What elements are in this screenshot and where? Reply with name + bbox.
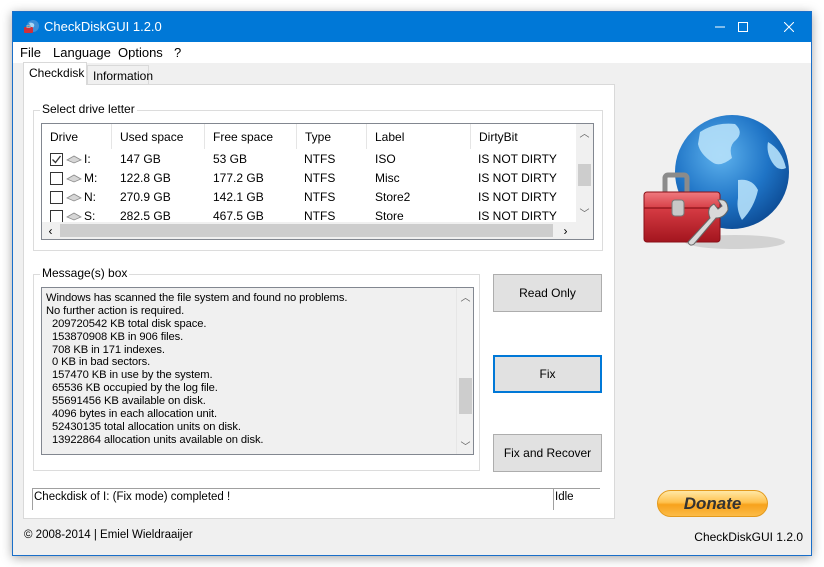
status-message: Checkdisk of I: (Fix mode) completed ! <box>34 491 231 503</box>
message-lines: Windows has scanned the file system and … <box>46 292 456 447</box>
drive-list-horizontal-scrollbar[interactable]: ‹ › <box>42 222 576 239</box>
cell-type: NTFS <box>304 209 336 223</box>
cell-type: NTFS <box>304 190 336 204</box>
status-state: Idle <box>555 491 574 503</box>
message-line: 209720542 KB total disk space. <box>46 317 207 330</box>
message-line: 0 KB in bad sectors. <box>46 356 151 369</box>
column-header-drive[interactable]: Drive <box>42 124 112 149</box>
menu-language[interactable]: Language <box>53 45 111 60</box>
message-line: Windows has scanned the file system and … <box>46 292 348 304</box>
status-bar: Checkdisk of I: (Fix mode) completed ! I… <box>32 488 600 510</box>
column-header-label[interactable]: Label <box>367 124 471 149</box>
message-line: 52430135 total allocation units on disk. <box>46 420 241 433</box>
check-icon <box>52 155 62 164</box>
chevron-up-icon[interactable]: ︿ <box>576 124 593 141</box>
chevron-left-icon[interactable]: ‹ <box>42 222 59 239</box>
drive-icon <box>66 155 82 164</box>
drive-list-vscroll-thumb[interactable] <box>578 164 591 186</box>
tab-checkdisk[interactable]: Checkdisk <box>23 62 87 85</box>
message-line: 708 KB in 171 indexes. <box>46 343 165 356</box>
status-separator <box>553 489 554 510</box>
drive-checkbox[interactable] <box>50 172 63 185</box>
cell-type: NTFS <box>304 171 336 185</box>
message-group-legend: Message(s) box <box>40 266 130 280</box>
cell-free: 177.2 GB <box>213 171 264 185</box>
drive-icon <box>66 193 82 202</box>
cell-used: 270.9 GB <box>120 190 171 204</box>
cell-free: 142.1 GB <box>213 190 264 204</box>
fix-button[interactable]: Fix <box>493 355 602 393</box>
column-header-free-space[interactable]: Free space <box>205 124 297 149</box>
app-icon <box>24 20 39 33</box>
cell-label: Store <box>375 209 404 223</box>
close-icon <box>784 22 794 32</box>
message-line: No further action is required. <box>46 304 185 317</box>
menu-bar: File Language Options ? <box>13 42 811 63</box>
cell-drive: I: <box>84 152 91 166</box>
window-title: CheckDiskGUI 1.2.0 <box>44 19 162 34</box>
title-bar[interactable]: CheckDiskGUI 1.2.0 <box>13 12 811 42</box>
menu-help[interactable]: ? <box>174 45 181 60</box>
cell-free: 467.5 GB <box>213 209 264 223</box>
cell-label: ISO <box>375 152 396 166</box>
copyright-text: © 2008-2014 | Emiel Wieldraaijer <box>24 529 193 541</box>
fix-and-recover-button[interactable]: Fix and Recover <box>493 434 602 472</box>
read-only-button[interactable]: Read Only <box>493 274 602 312</box>
drive-checkbox[interactable] <box>50 191 63 204</box>
globe-toolbox-logo <box>643 115 789 249</box>
message-line: 4096 bytes in each allocation unit. <box>46 408 218 421</box>
cell-used: 122.8 GB <box>120 171 171 185</box>
message-vscroll-thumb[interactable] <box>459 378 472 414</box>
donate-button[interactable]: Donate <box>657 490 768 517</box>
chevron-down-icon[interactable]: ﹀ <box>457 437 473 454</box>
drive-group-legend: Select drive letter <box>40 102 137 116</box>
cell-drive: S: <box>84 209 96 223</box>
menu-options[interactable]: Options <box>118 45 163 60</box>
cell-used: 282.5 GB <box>120 209 171 223</box>
cell-drive: M: <box>84 171 98 185</box>
status-separator <box>32 489 33 510</box>
cell-label: Misc <box>375 171 400 185</box>
cell-type: NTFS <box>304 152 336 166</box>
drive-icon <box>66 212 82 221</box>
close-button[interactable] <box>766 12 812 42</box>
drive-checkbox[interactable] <box>50 153 63 166</box>
scrollbar-corner <box>576 222 593 239</box>
cell-drive: N: <box>84 190 96 204</box>
tab-information[interactable]: Information <box>87 65 153 86</box>
chevron-up-icon[interactable]: ︿ <box>457 288 473 305</box>
cell-dirty: IS NOT DIRTY <box>478 152 557 166</box>
cell-dirty: IS NOT DIRTY <box>478 209 557 223</box>
message-line: 157470 KB in use by the system. <box>46 369 213 382</box>
cell-free: 53 GB <box>213 152 248 166</box>
drive-list-hscroll-thumb[interactable] <box>60 224 553 237</box>
cell-dirty: IS NOT DIRTY <box>478 171 557 185</box>
column-header-dirtybit[interactable]: DirtyBit <box>471 124 576 149</box>
message-textbox[interactable]: Windows has scanned the file system and … <box>41 287 474 455</box>
drive-list[interactable]: Drive Used space Free space Type Label D… <box>41 123 594 240</box>
version-label: CheckDiskGUI 1.2.0 <box>694 530 803 544</box>
maximize-icon <box>738 22 748 32</box>
chevron-right-icon[interactable]: › <box>557 222 574 239</box>
cell-used: 147 GB <box>120 152 161 166</box>
drive-list-vertical-scrollbar[interactable]: ︿ ﹀ <box>576 124 593 222</box>
menu-file[interactable]: File <box>20 45 41 60</box>
cell-label: Store2 <box>375 190 411 204</box>
message-line: 153870908 KB in 906 files. <box>46 330 184 343</box>
chevron-down-icon[interactable]: ﹀ <box>576 204 593 221</box>
message-line: 65536 KB occupied by the log file. <box>46 382 218 395</box>
drive-icon <box>66 174 82 183</box>
message-line: 13922864 allocation units available on d… <box>46 433 264 446</box>
message-vertical-scrollbar[interactable]: ︿ ﹀ <box>456 288 473 454</box>
message-line: 55691456 KB available on disk. <box>46 395 206 408</box>
maximize-button[interactable] <box>720 12 766 42</box>
column-header-type[interactable]: Type <box>297 124 367 149</box>
drive-row[interactable]: I: 147 GB 53 GB NTFS ISO IS NOT DIRTY <box>42 150 576 169</box>
drive-row[interactable]: N: 270.9 GB 142.1 GB NTFS Store2 IS NOT DIRTY <box>42 188 576 207</box>
cell-dirty: IS NOT DIRTY <box>478 190 557 204</box>
drive-list-header: Drive Used space Free space Type Label D… <box>42 124 576 149</box>
drive-row[interactable]: M: 122.8 GB 177.2 GB NTFS Misc IS NOT DIRTY <box>42 169 576 188</box>
column-header-used-space[interactable]: Used space <box>112 124 205 149</box>
